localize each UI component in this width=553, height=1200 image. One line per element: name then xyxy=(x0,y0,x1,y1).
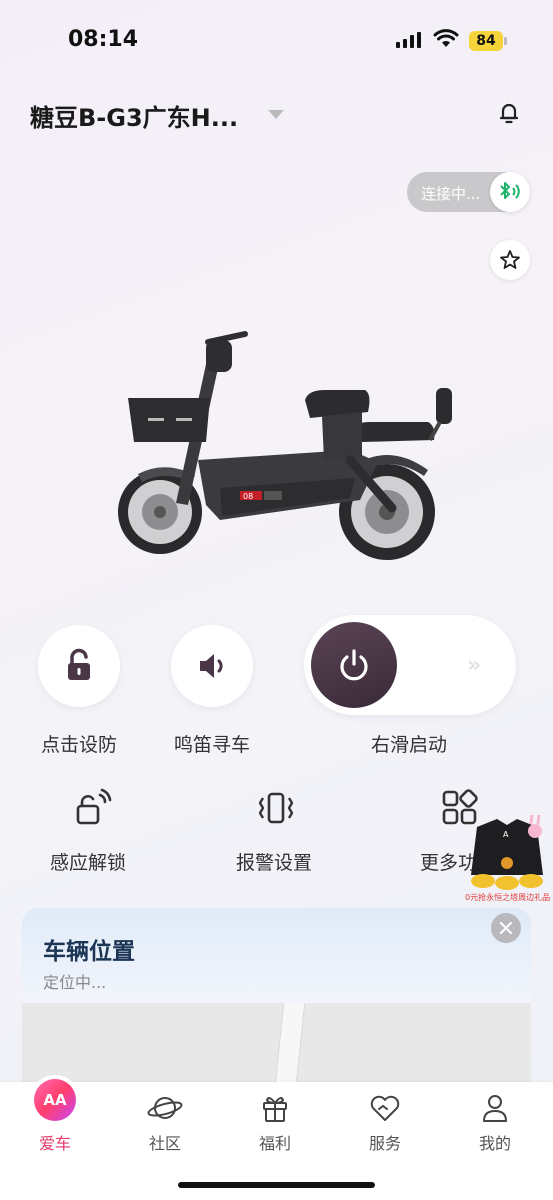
home-brand-icon: AA xyxy=(34,1079,76,1121)
vehicle-name[interactable]: 糖豆B-G3广东H... xyxy=(30,98,238,133)
tab-profile[interactable]: 我的 xyxy=(440,1082,550,1162)
promo-jacket-image: A xyxy=(471,813,543,890)
promo-text: 0元抢永恒之塔周边礼品 xyxy=(465,893,551,902)
heart-icon xyxy=(370,1095,400,1121)
tab-label: 爱车 xyxy=(38,1134,71,1153)
bluetooth-button[interactable] xyxy=(490,172,530,212)
alarm-vibrate-icon[interactable] xyxy=(256,788,296,828)
status-time: 08:14 xyxy=(68,27,139,52)
close-icon xyxy=(499,921,513,935)
speaker-icon xyxy=(200,654,223,678)
lock-button[interactable] xyxy=(38,625,120,707)
scooter-image: 08 xyxy=(118,331,452,560)
status-bar: 08:14 84 xyxy=(0,0,553,80)
svg-text:08: 08 xyxy=(243,492,253,501)
induction-unlock-label[interactable]: 感应解锁 xyxy=(50,848,126,875)
location-status: 定位中... xyxy=(43,973,107,992)
bell-icon[interactable] xyxy=(494,98,524,128)
tab-community[interactable]: 社区 xyxy=(110,1082,220,1162)
lock-label: 点击设防 xyxy=(40,734,117,756)
induction-unlock-icon[interactable] xyxy=(74,788,114,828)
horn-button[interactable] xyxy=(171,625,253,707)
cellular-signal-icon xyxy=(396,32,421,48)
start-slider[interactable]: » xyxy=(304,615,516,715)
location-title: 车辆位置 xyxy=(43,939,135,965)
slider-label: 右滑启动 xyxy=(370,734,447,756)
unlock-padlock-icon xyxy=(68,648,90,680)
power-icon xyxy=(340,649,368,681)
wifi-icon xyxy=(433,29,459,47)
person-icon xyxy=(483,1095,507,1122)
vehicle-location-card[interactable]: 车辆位置 定位中... xyxy=(22,908,531,1108)
tab-label: 社区 xyxy=(148,1134,181,1153)
tab-label: 我的 xyxy=(478,1134,511,1153)
horn-label: 鸣笛寻车 xyxy=(173,734,250,756)
tab-service[interactable]: 服务 xyxy=(330,1082,440,1162)
favorite-button[interactable] xyxy=(490,240,530,280)
close-card-button[interactable] xyxy=(491,913,521,943)
battery-icon: 84 xyxy=(469,31,503,51)
tab-label: 福利 xyxy=(258,1134,291,1153)
bluetooth-status-label: 连接中... xyxy=(421,185,481,203)
promo-banner[interactable]: A 0元抢永恒之塔周边礼品 xyxy=(465,813,551,903)
power-knob[interactable] xyxy=(311,622,397,708)
chevrons-right-icon: » xyxy=(467,653,481,678)
alarm-settings-label[interactable]: 报警设置 xyxy=(236,848,312,875)
tab-benefits[interactable]: 福利 xyxy=(220,1082,330,1162)
tab-label: 服务 xyxy=(368,1134,401,1153)
svg-text:A: A xyxy=(503,830,509,839)
bluetooth-icon xyxy=(500,182,520,199)
tab-home[interactable]: AA 爱车 xyxy=(0,1079,110,1162)
battery-tip xyxy=(504,37,507,45)
sparkle-star-icon xyxy=(500,250,520,269)
gift-icon xyxy=(263,1097,287,1122)
caret-down-icon[interactable] xyxy=(268,110,284,119)
planet-icon xyxy=(147,1097,183,1119)
home-indicator xyxy=(178,1182,375,1188)
